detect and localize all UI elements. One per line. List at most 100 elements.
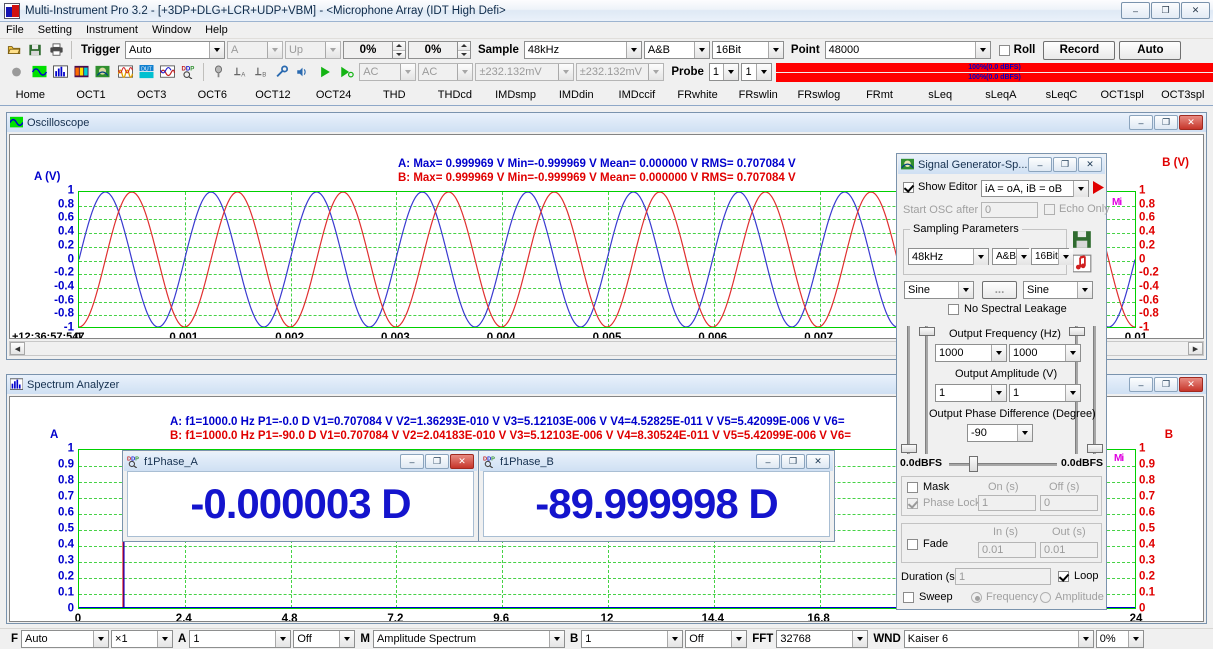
maximize-button[interactable]: ❐ <box>1151 2 1180 19</box>
spectrum-analyzer-icon[interactable] <box>51 63 70 81</box>
siggen-close-button[interactable]: ✕ <box>1078 157 1102 172</box>
mask-checkbox[interactable]: Mask <box>907 481 949 493</box>
spectrum-minimize-button[interactable]: – <box>1129 377 1153 392</box>
siggen-maximize-button[interactable]: ❐ <box>1053 157 1077 172</box>
play-triangle-icon[interactable] <box>1092 180 1105 198</box>
fade-out-field[interactable]: 0.01 <box>1040 542 1098 558</box>
trigger-level-field[interactable]: 0% <box>342 41 393 59</box>
gain-b-slider-thumb[interactable] <box>1087 444 1103 453</box>
oscilloscope-maximize-button[interactable]: ❐ <box>1154 115 1178 130</box>
fade-in-field[interactable]: 0.01 <box>978 542 1036 558</box>
status-fft-select[interactable]: 32768 <box>776 630 869 648</box>
calibrate-a-icon[interactable]: A <box>230 63 249 81</box>
phase-b-maximize-button[interactable]: ❐ <box>781 454 805 469</box>
tab-frswlin[interactable]: FRswlin <box>728 89 789 101</box>
siggen-channels-select[interactable]: A&B <box>992 248 1032 265</box>
status-b-select[interactable]: 1 <box>581 630 684 648</box>
siggen-bits-select[interactable]: 16Bit <box>1031 248 1073 265</box>
probe-b-select[interactable]: 1 <box>741 63 773 81</box>
ddp-viewer-icon[interactable] <box>158 63 177 81</box>
music-note-icon[interactable] <box>1072 254 1092 276</box>
oscilloscope-minimize-button[interactable]: – <box>1129 115 1153 130</box>
channels-select[interactable]: A&B <box>643 41 710 59</box>
show-editor-checkbox[interactable]: Show Editor <box>903 181 977 193</box>
tab-frswlog[interactable]: FRswlog <box>789 89 850 101</box>
save-disk-icon[interactable] <box>26 41 45 59</box>
echo-only-checkbox[interactable]: Echo Only <box>1044 203 1110 215</box>
trigger-delay-stepper[interactable] <box>457 41 471 59</box>
wrench-icon[interactable] <box>272 63 291 81</box>
range-a-select[interactable]: ±232.132mV <box>475 63 574 81</box>
trigger-delay-field[interactable]: 0% <box>407 41 458 59</box>
duration-field[interactable]: 1 <box>955 568 1051 585</box>
gain-a-slider-thumb[interactable] <box>901 444 917 453</box>
trigger-source-select[interactable]: A <box>226 41 283 59</box>
phase-a-close-button[interactable]: ✕ <box>450 454 474 469</box>
frequency-b-select[interactable]: 1000 <box>1009 344 1081 362</box>
status-f-mode-select[interactable]: Auto <box>21 630 110 648</box>
speaker-icon[interactable] <box>293 63 312 81</box>
roll-checkbox[interactable]: Roll <box>998 44 1035 56</box>
tab-imddin[interactable]: IMDdin <box>546 89 607 101</box>
frequency-a-select[interactable]: 1000 <box>935 344 1007 362</box>
play-record-icon[interactable] <box>337 63 356 81</box>
bits-select[interactable]: 16Bit <box>711 41 784 59</box>
menu-item-window[interactable]: Window <box>152 24 191 36</box>
waveform-b-select[interactable]: Sine <box>1023 281 1093 299</box>
status-a-select[interactable]: 1 <box>189 630 292 648</box>
printer-icon[interactable] <box>47 41 66 59</box>
trigger-mode-select[interactable]: Auto <box>124 41 225 59</box>
spectrum-close-button[interactable]: ✕ <box>1179 377 1203 392</box>
siggen-sample-rate-select[interactable]: 48kHz <box>908 248 989 265</box>
gain-a-slider-track[interactable] <box>907 326 910 454</box>
calibrate-b-icon[interactable]: B <box>251 63 270 81</box>
tab-home[interactable]: Home <box>0 89 61 101</box>
loop-checkbox[interactable]: Loop <box>1058 570 1098 582</box>
gain-b2-slider-thumb[interactable] <box>1069 327 1085 336</box>
signal-generator-icon[interactable] <box>93 63 112 81</box>
tab-imdccif[interactable]: IMDccif <box>607 89 668 101</box>
tab-imdsmp[interactable]: IMDsmp <box>485 89 546 101</box>
gain-a2-slider-track[interactable] <box>925 326 928 454</box>
phase-difference-select[interactable]: -90 <box>967 424 1033 442</box>
tab-frmt[interactable]: FRmt <box>849 89 910 101</box>
menu-item-file[interactable]: File <box>6 24 24 36</box>
tab-thd[interactable]: THD <box>364 89 425 101</box>
record-dot-icon[interactable] <box>7 63 26 81</box>
close-button[interactable]: ✕ <box>1181 2 1210 19</box>
phase-lock-checkbox[interactable]: Phase Lock <box>907 497 980 509</box>
siggen-minimize-button[interactable]: – <box>1028 157 1052 172</box>
trigger-level-stepper[interactable] <box>392 41 406 59</box>
menu-item-instrument[interactable]: Instrument <box>86 24 138 36</box>
oscilloscope-close-button[interactable]: ✕ <box>1179 115 1203 130</box>
waveform-a-select[interactable]: Sine <box>904 281 974 299</box>
phase-a-maximize-button[interactable]: ❐ <box>425 454 449 469</box>
points-select[interactable]: 48000 <box>824 41 991 59</box>
auto-button[interactable]: Auto <box>1119 40 1182 60</box>
tab-oct3[interactable]: OCT3 <box>121 89 182 101</box>
tab-frwhite[interactable]: FRwhite <box>667 89 728 101</box>
open-folder-icon[interactable] <box>5 41 24 59</box>
gain-a2-slider-thumb[interactable] <box>919 327 935 336</box>
spectrum-maximize-button[interactable]: ❐ <box>1154 377 1178 392</box>
no-spectral-leakage-checkbox[interactable]: No Spectral Leakage <box>948 303 1067 315</box>
sweep-checkbox[interactable]: Sweep <box>903 591 953 603</box>
editor-expression-select[interactable]: iA = oA, iB = oB <box>981 180 1089 197</box>
status-b-off-select[interactable]: Off <box>685 630 748 648</box>
microphone-icon[interactable] <box>209 63 228 81</box>
scroll-right-icon[interactable]: ▶ <box>1188 342 1203 355</box>
oscilloscope-icon[interactable] <box>30 63 49 81</box>
probe-a-select[interactable]: 1 <box>708 63 740 81</box>
multimeter-icon[interactable] <box>72 63 91 81</box>
fade-checkbox[interactable]: Fade <box>907 538 948 550</box>
status-f-mult-select[interactable]: ×1 <box>111 630 174 648</box>
sweep-amplitude-radio[interactable]: Amplitude <box>1040 591 1104 603</box>
phase-b-close-button[interactable]: ✕ <box>806 454 830 469</box>
tab-oct6[interactable]: OCT6 <box>182 89 243 101</box>
play-icon[interactable] <box>316 63 335 81</box>
phase-b-minimize-button[interactable]: – <box>756 454 780 469</box>
data-display-icon[interactable]: DDP <box>179 63 198 81</box>
sample-rate-select[interactable]: 48kHz <box>523 41 642 59</box>
save-disk-icon[interactable] <box>1073 230 1092 252</box>
tab-sleq[interactable]: sLeq <box>910 89 971 101</box>
